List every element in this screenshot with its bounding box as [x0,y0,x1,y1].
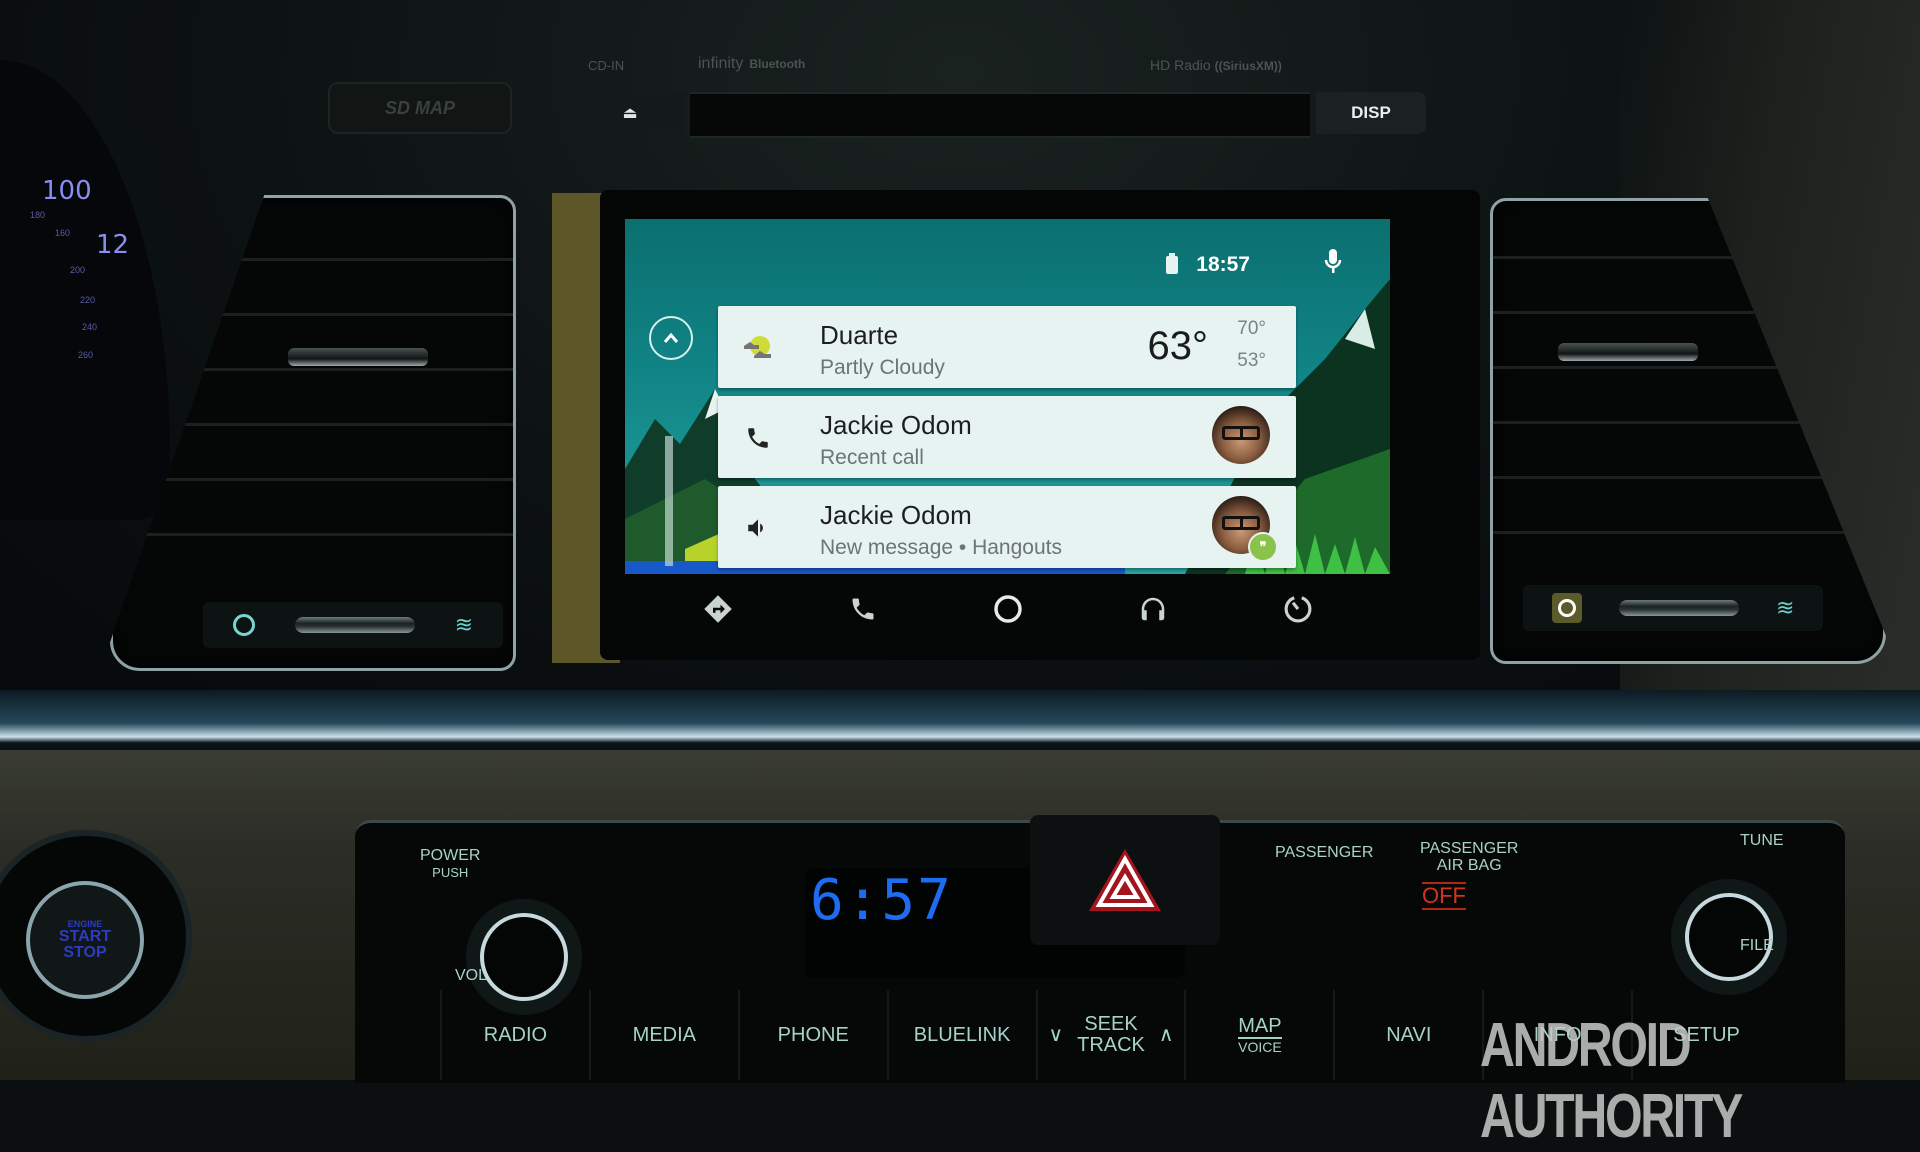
cluster-tick: 240 [82,322,98,332]
radio-button[interactable]: RADIO [440,990,589,1080]
weather-card[interactable]: Duarte Partly Cloudy 63° 70° 53° [718,306,1296,388]
hd-radio-label: HD Radio [1150,57,1211,73]
recent-call-card[interactable]: Jackie Odom Recent call [718,396,1296,478]
file-label: FILE [1740,937,1774,954]
weather-condition: Partly Cloudy [820,356,945,379]
cluster-tick: 160 [55,228,71,238]
map-voice-button[interactable]: MAP VOICE [1184,990,1333,1080]
eject-icon: ⏏ [622,105,638,122]
volume-knob[interactable] [480,913,568,1001]
vent-airflow-slider[interactable] [1618,600,1739,616]
airbag-off-indicator: OFF [1422,882,1466,911]
vol-label: VOL [455,967,488,984]
start-label-stop: STOP [63,943,107,961]
vent-control: ≋ [203,602,503,648]
cluster-tick: 220 [80,295,96,305]
brand-label: infinity Bluetooth [698,55,805,73]
vent-airflow-slider[interactable] [294,617,415,633]
vent-slat [113,533,513,536]
current-temperature: 63° [1147,324,1209,368]
cluster-tick: 180 [30,210,46,220]
low-temperature: 53° [1237,350,1266,371]
nav-phone-button[interactable] [839,585,887,633]
radio-brands: HD Radio ((SiriusXM)) [1150,57,1282,73]
tune-label: TUNE [1740,832,1784,849]
status-clock: 18:57 [1196,252,1250,276]
home-circle-icon [993,594,1022,623]
seek-track-label: SEEK TRACK [1077,1013,1145,1056]
bottom-nav-bar [625,574,1390,643]
directions-icon [703,594,732,623]
cd-in-label: CD-IN [588,58,625,73]
cluster-tick: 260 [78,350,94,360]
chrome-trim [0,690,1920,750]
nav-car-button[interactable] [1274,585,1322,633]
console-clock: 6:57 [810,868,953,933]
scroll-up-button[interactable] [649,316,693,360]
nav-home-button[interactable] [984,585,1032,633]
card-stream: Duarte Partly Cloudy 63° 70° 53° Jackie … [718,306,1296,576]
siriusxm-label: ((SiriusXM)) [1214,59,1282,73]
microphone-icon[interactable] [1324,249,1342,280]
phone-icon [740,420,776,456]
infinity-logo: infinity [698,55,744,72]
headphones-icon [1141,597,1164,620]
seek-up-icon[interactable]: ∧ [1159,1024,1174,1046]
vent-direction-tab[interactable] [1558,343,1698,361]
android-auto-screen: 18:57 Duarte Partly Cloudy 63° 70° 53° J… [625,219,1390,643]
hangouts-icon: ❞ [1248,532,1278,562]
navi-button[interactable]: NAVI [1333,990,1482,1080]
power-label: POWER PUSH [420,847,481,880]
disp-button[interactable]: DISP [1316,92,1426,134]
eject-button[interactable]: ⏏ [575,92,685,134]
weather-location: Duarte [820,320,899,350]
start-label-start: START [58,927,112,945]
bluelink-button[interactable]: BLUELINK [886,990,1036,1080]
partly-cloudy-icon [740,330,776,366]
cluster-tick: 200 [70,265,86,275]
start-button-face: ENGINE START STOP [26,881,144,999]
bluetooth-label: Bluetooth [749,57,806,71]
vent-closed-icon [1551,593,1582,623]
speaker-icon [740,510,776,546]
media-button[interactable]: MEDIA [588,990,738,1080]
contact-name: Jackie Odom [820,410,972,440]
vent-slat [1493,531,1883,534]
hazard-button[interactable] [1030,815,1220,945]
seek-track-rocker[interactable]: ∨ SEEK TRACK ∧ [1035,990,1185,1080]
tachometer-reading: 12 [96,230,130,260]
status-bar: 18:57 [1166,249,1342,280]
scroll-indicator[interactable] [665,436,673,566]
nav-navigation-button[interactable] [694,585,742,633]
message-card[interactable]: Jackie Odom New message • Hangouts ❞ [718,486,1296,568]
sd-map-slot[interactable]: SD MAP [328,82,512,134]
vent-slat [113,478,513,481]
nav-music-button[interactable] [1129,585,1177,633]
message-status: New message • Hangouts [820,536,1062,559]
vent-direction-tab[interactable] [288,348,428,366]
watermark: ANDROID AUTHORITY [1480,1011,1743,1151]
battery-charging-icon [1166,252,1179,274]
vent-control: ≋ [1523,585,1823,631]
cd-slot [690,92,1310,138]
chevron-up-icon [663,332,679,343]
speedometer-reading: 100 [42,176,92,206]
passenger-label: PASSENGER [1275,844,1374,861]
vent-open-icon: ≋ [1775,595,1795,620]
phone-icon [852,598,873,619]
airbag-label: PASSENGER AIR BAG [1420,840,1519,874]
high-temperature: 70° [1237,318,1266,339]
vent-closed-icon [232,614,255,636]
head-unit-strip: SD MAP CD-IN infinity Bluetooth HD Radio … [320,55,1450,150]
seek-down-icon[interactable]: ∨ [1048,1024,1063,1046]
contact-name: Jackie Odom [820,500,972,530]
hazard-icon [1089,849,1161,911]
contact-avatar [1212,406,1270,464]
phone-button[interactable]: PHONE [737,990,887,1080]
speedometer-exit-icon [1284,594,1311,622]
vent-open-icon: ≋ [454,612,474,637]
call-status: Recent call [820,446,924,469]
